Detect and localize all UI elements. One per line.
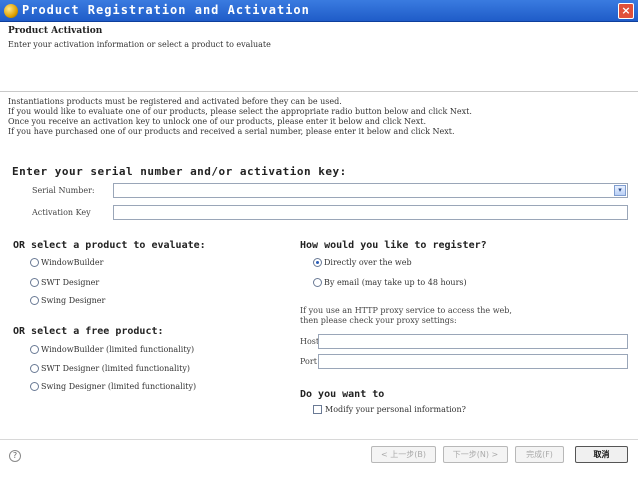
finish-button[interactable]: 完成(F): [515, 446, 564, 463]
activation-key-label: Activation Key: [32, 208, 91, 217]
proxy-note: then please check your proxy settings:: [300, 316, 457, 325]
radio-icon: [313, 258, 322, 267]
radio-free-windowbuilder[interactable]: WindowBuilder (limited functionality): [30, 345, 194, 354]
radio-icon: [313, 278, 322, 287]
radio-label: Swing Designer: [41, 296, 106, 305]
radio-free-swing-designer[interactable]: Swing Designer (limited functionality): [30, 382, 196, 391]
chevron-down-icon[interactable]: ▾: [614, 185, 626, 196]
serial-number-label: Serial Number:: [32, 186, 95, 195]
radio-evaluate-swing-designer[interactable]: Swing Designer: [30, 296, 105, 305]
port-input[interactable]: [318, 354, 628, 369]
radio-icon: [30, 345, 39, 354]
radio-evaluate-swt-designer[interactable]: SWT Designer: [30, 278, 99, 287]
footer-divider: [0, 439, 638, 440]
free-product-heading: OR select a free product:: [13, 326, 164, 337]
personal-heading: Do you want to: [300, 389, 385, 400]
port-label: Port: [300, 357, 317, 366]
instruction-line: Once you receive an activation key to un…: [8, 117, 427, 126]
title-bar: Product Registration and Activation ×: [0, 0, 638, 22]
close-button[interactable]: ×: [618, 3, 634, 19]
checkbox-label: Modify your personal information?: [325, 405, 466, 414]
page-title: Product Activation: [8, 26, 103, 36]
cancel-button[interactable]: 取消: [575, 446, 628, 463]
radio-icon: [30, 382, 39, 391]
radio-icon: [30, 278, 39, 287]
proxy-note: If you use an HTTP proxy service to acce…: [300, 306, 512, 315]
radio-label: WindowBuilder: [41, 258, 104, 267]
back-button[interactable]: < 上一步(B): [371, 446, 436, 463]
serial-heading: Enter your serial number and/or activati…: [12, 165, 347, 178]
instruction-line: If you have purchased one of our product…: [8, 127, 455, 136]
eclipse-icon: [4, 4, 18, 18]
instruction-line: If you would like to evaluate one of our…: [8, 107, 472, 116]
host-label: Host: [300, 337, 320, 346]
instruction-line: Instantiations products must be register…: [8, 97, 342, 106]
radio-label: Directly over the web: [324, 258, 412, 267]
register-heading: How would you like to register?: [300, 240, 487, 251]
radio-icon: [30, 296, 39, 305]
radio-label: By email (may take up to 48 hours): [324, 278, 467, 287]
radio-icon: [30, 258, 39, 267]
radio-label: WindowBuilder (limited functionality): [41, 345, 195, 354]
page-description: Enter your activation information or sel…: [8, 40, 271, 49]
radio-label: SWT Designer: [41, 278, 100, 287]
radio-label: SWT Designer (limited functionality): [41, 364, 190, 373]
radio-icon: [30, 364, 39, 373]
next-button[interactable]: 下一步(N) >: [443, 446, 508, 463]
help-icon[interactable]: ?: [9, 450, 21, 462]
serial-number-combo[interactable]: ▾: [113, 183, 628, 198]
checkbox-icon: [313, 405, 322, 414]
activation-key-input[interactable]: [113, 205, 628, 220]
radio-register-web[interactable]: Directly over the web: [313, 258, 412, 267]
evaluate-heading: OR select a product to evaluate:: [13, 240, 206, 251]
window-title: Product Registration and Activation: [22, 3, 310, 17]
modify-personal-info-checkbox[interactable]: Modify your personal information?: [313, 405, 466, 414]
host-input[interactable]: [318, 334, 628, 349]
radio-evaluate-windowbuilder[interactable]: WindowBuilder: [30, 258, 103, 267]
radio-free-swt-designer[interactable]: SWT Designer (limited functionality): [30, 364, 190, 373]
radio-label: Swing Designer (limited functionality): [41, 382, 197, 391]
instructions: Instantiations products must be register…: [8, 97, 628, 137]
radio-register-email[interactable]: By email (may take up to 48 hours): [313, 278, 467, 287]
wizard-header: Product Activation Enter your activation…: [0, 22, 638, 92]
